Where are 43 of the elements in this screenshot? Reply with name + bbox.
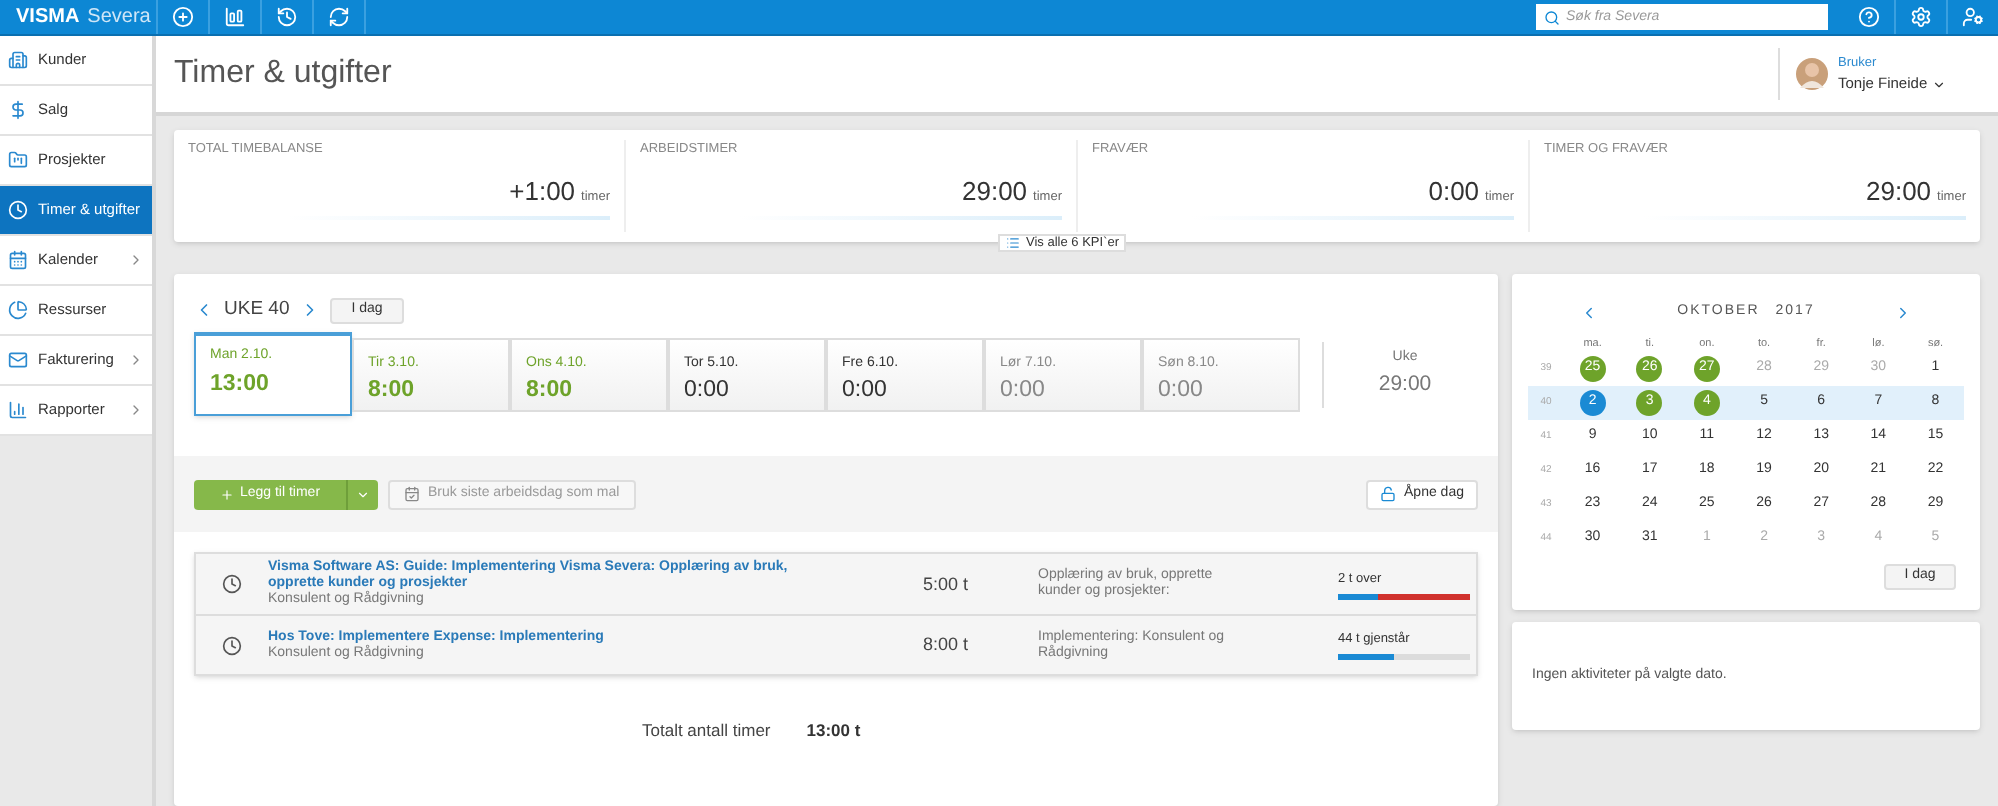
kpi-value: +1:00 — [509, 173, 576, 210]
entry-hours: 8:00 t — [920, 632, 968, 658]
next-icon[interactable] — [1894, 303, 1912, 322]
clock-icon — [8, 200, 28, 220]
week-total: 29:00 — [1378, 369, 1432, 400]
buildings-icon — [8, 50, 28, 70]
envelope-icon — [8, 350, 28, 370]
page-title: Timer & utgifter — [174, 54, 394, 94]
settings-icon[interactable] — [1910, 6, 1932, 28]
dollar-icon — [8, 100, 28, 120]
unlock-icon — [1380, 486, 1397, 503]
brand-name: VISMA — [16, 4, 80, 32]
folder-icon — [8, 150, 28, 170]
bar-chart-icon — [8, 400, 28, 420]
pie-chart-icon — [8, 300, 28, 320]
brand-subtitle: Severa — [87, 4, 151, 32]
history-icon[interactable] — [276, 6, 298, 28]
chevron-icon — [128, 252, 144, 268]
week-title: UKE 40 — [224, 296, 290, 324]
clock-icon — [222, 635, 242, 656]
kpi-value: 29:00 — [1866, 173, 1932, 210]
plus-icon — [219, 487, 234, 502]
kpi-value: 0:00 — [1428, 173, 1480, 210]
calendar-icon — [404, 486, 420, 503]
chevron-icon — [128, 352, 144, 368]
avatar — [1796, 58, 1828, 90]
previous-icon[interactable] — [1580, 303, 1598, 322]
chevron-icon — [1931, 77, 1946, 91]
entry-hours: 5:00 t — [920, 571, 968, 597]
chevron-icon — [356, 487, 370, 502]
kpi-value: 29:00 — [962, 173, 1028, 210]
chevron-icon — [128, 402, 144, 418]
list-icon — [1006, 236, 1020, 250]
help-icon[interactable] — [1858, 6, 1880, 28]
user-settings-icon[interactable] — [1962, 6, 1984, 28]
calendar-icon — [8, 250, 28, 270]
add-icon[interactable] — [172, 6, 194, 28]
total-label: Totalt antall timer — [642, 718, 771, 744]
clock-icon — [222, 574, 242, 595]
refresh-icon[interactable] — [328, 6, 350, 28]
dropdown-button[interactable] — [346, 479, 378, 510]
search-icon — [1544, 9, 1560, 25]
total-value: 13:00 t — [806, 718, 861, 744]
